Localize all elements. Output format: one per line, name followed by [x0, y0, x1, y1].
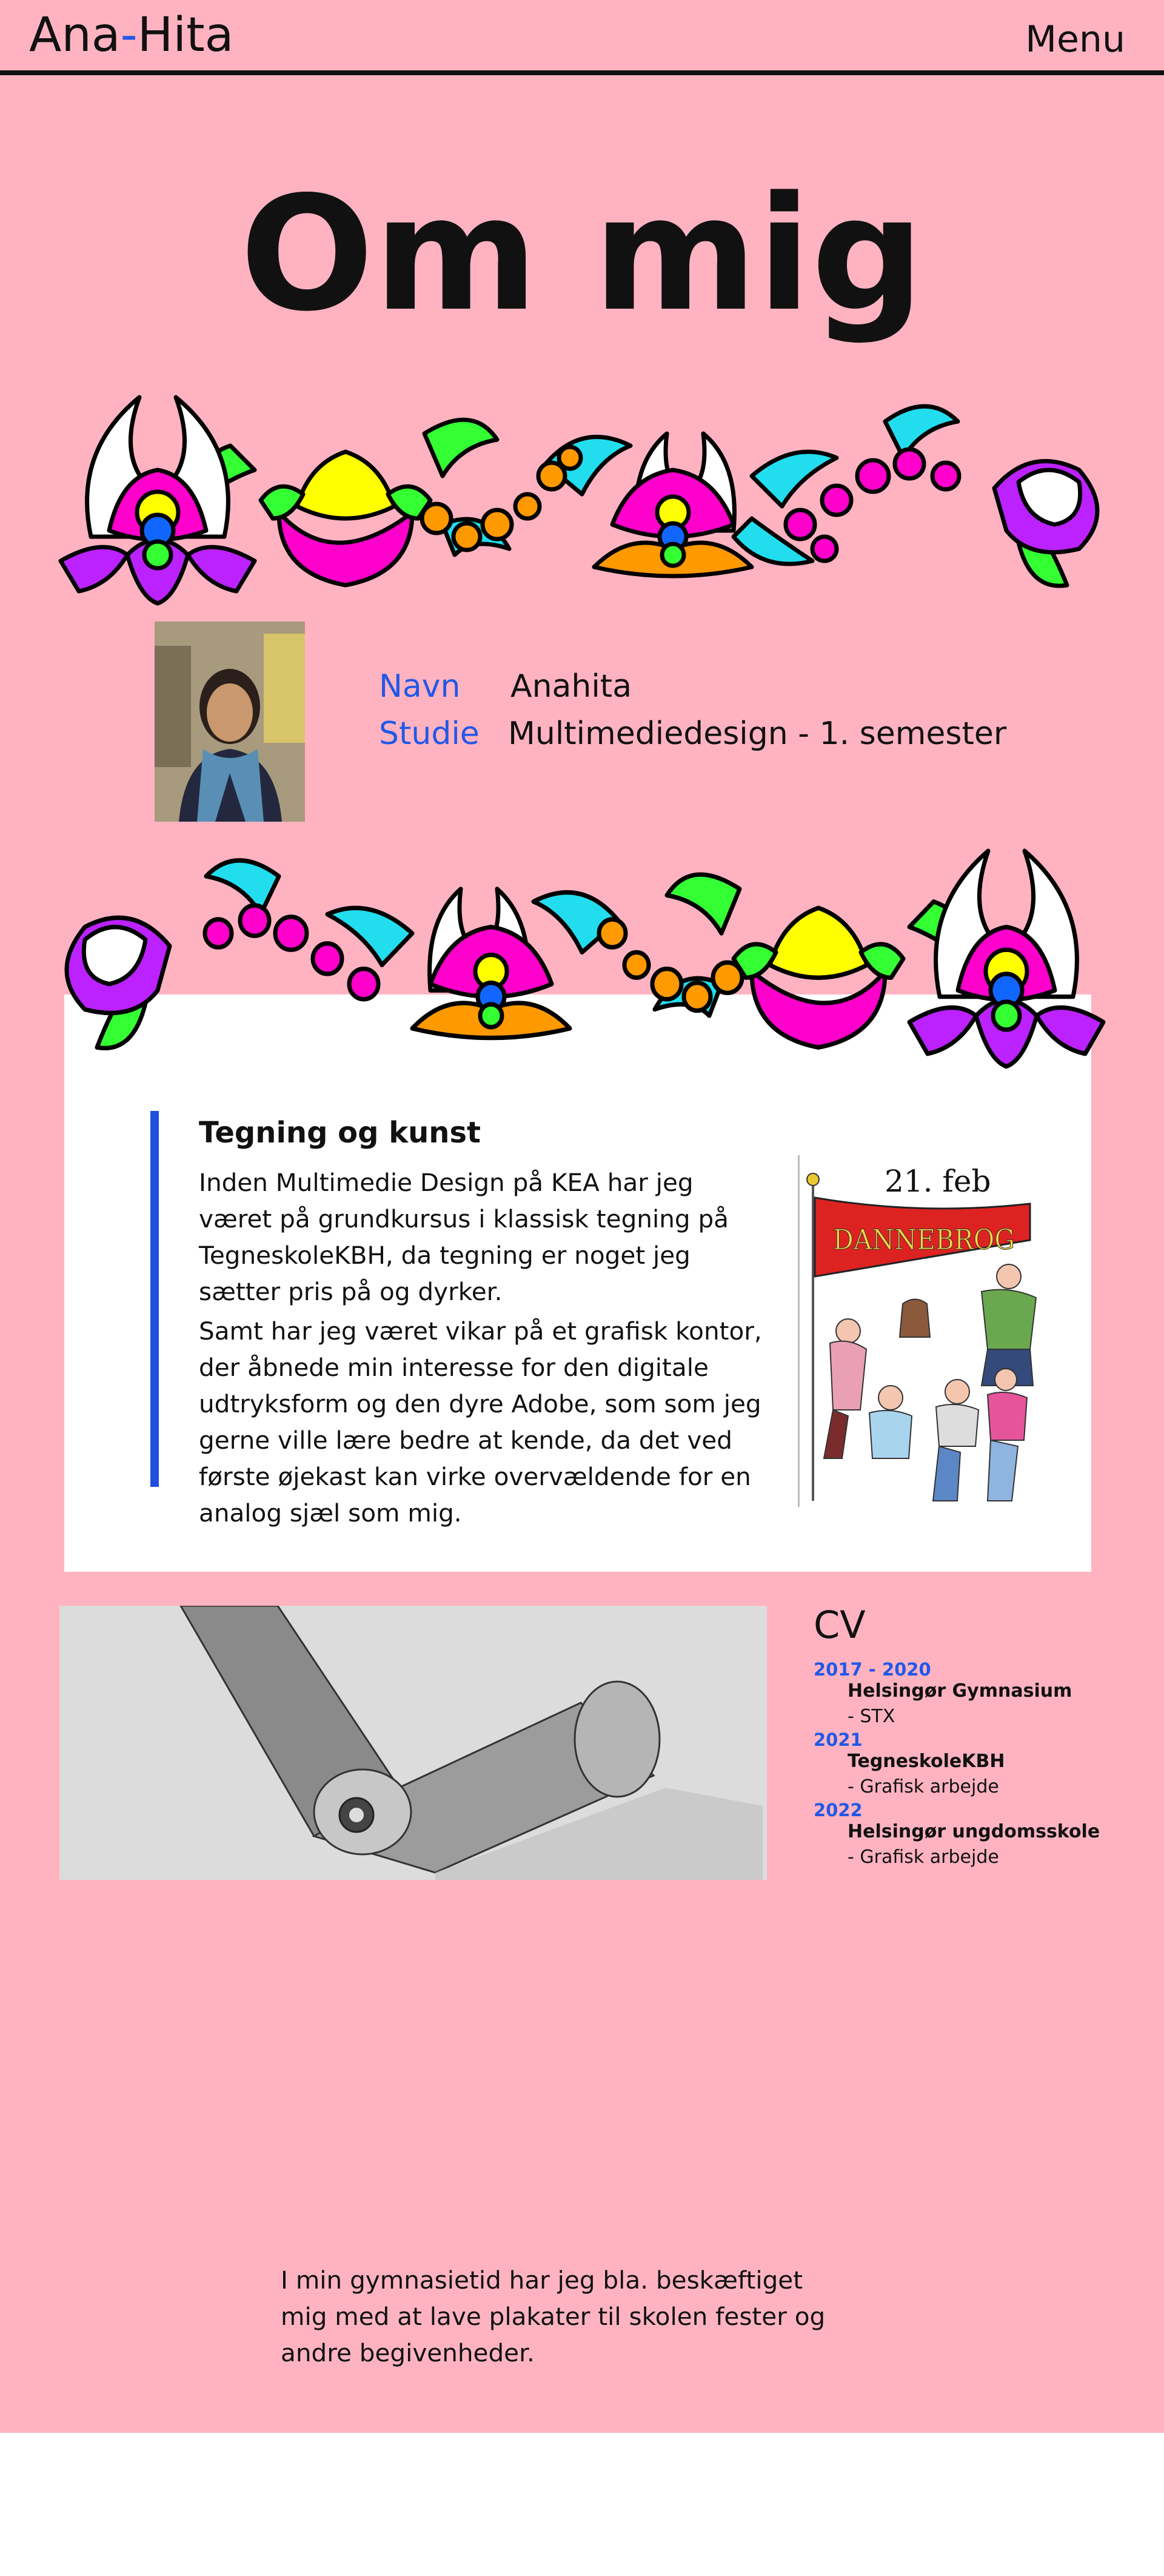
profile-photo [155, 622, 305, 822]
pencil-sketch-drawing [59, 1606, 767, 1880]
logo-text-hita: Hita [137, 8, 234, 62]
menu-button[interactable]: Menu [1025, 12, 1125, 67]
cv-entry-2-years: 2021 [814, 1729, 863, 1750]
name-value: Anahita [510, 668, 632, 705]
name-label: Navn [379, 668, 461, 705]
art-section-title: Tegning og kunst [199, 1116, 481, 1150]
poster-caption-text: I min gymnasietid har jeg bla. beskæftig… [281, 2266, 826, 2367]
cv-entry-2-role: - Grafisk arbejde [848, 1776, 999, 1797]
page-title: Om mig [239, 163, 925, 346]
logo-text-ana: Ana [29, 8, 121, 62]
cv-entry-1-years: 2017 - 2020 [814, 1659, 931, 1680]
cv-title: CV [814, 1603, 866, 1647]
logo-dash: - [120, 8, 138, 62]
section-accent-bar [150, 1111, 159, 1487]
art-paragraph-1: Inden Multimedie Design på KEA har jeg v… [199, 1168, 729, 1306]
study-label: Studie [379, 716, 480, 752]
cv-entry-3-years: 2022 [814, 1800, 863, 1820]
poster-illustration: 21. feb DANNEBROG [798, 1155, 1051, 1507]
profile-photo-illustration [155, 622, 305, 822]
page-footer [0, 2433, 1164, 2576]
flower-garland-top [58, 395, 1100, 606]
cv-entry-1-role: - STX [848, 1706, 895, 1727]
study-value: Multimediedesign - 1. semester [508, 716, 1007, 752]
cv-entry-1-place: Helsingør Gymnasium [848, 1680, 1072, 1702]
site-logo[interactable]: Ana-Hita [29, 5, 233, 65]
poster-drawing: 21. feb DANNEBROG [806, 1164, 1037, 1501]
cv-entry-3-place: Helsingør ungdomsskole [848, 1821, 1100, 1842]
art-paragraph-2: Samt har jeg været vikar på et grafisk k… [199, 1317, 762, 1528]
pencil-sketch-image [59, 1606, 767, 1880]
cv-entry-2-place: TegneskoleKBH [848, 1751, 1005, 1772]
poster-date: 21. feb [885, 1164, 991, 1199]
cv-entry-3-role: - Grafisk arbejde [848, 1846, 999, 1868]
poster-banner-text: DANNEBROG [833, 1223, 1015, 1256]
flower-garland-middle [64, 848, 1106, 1069]
